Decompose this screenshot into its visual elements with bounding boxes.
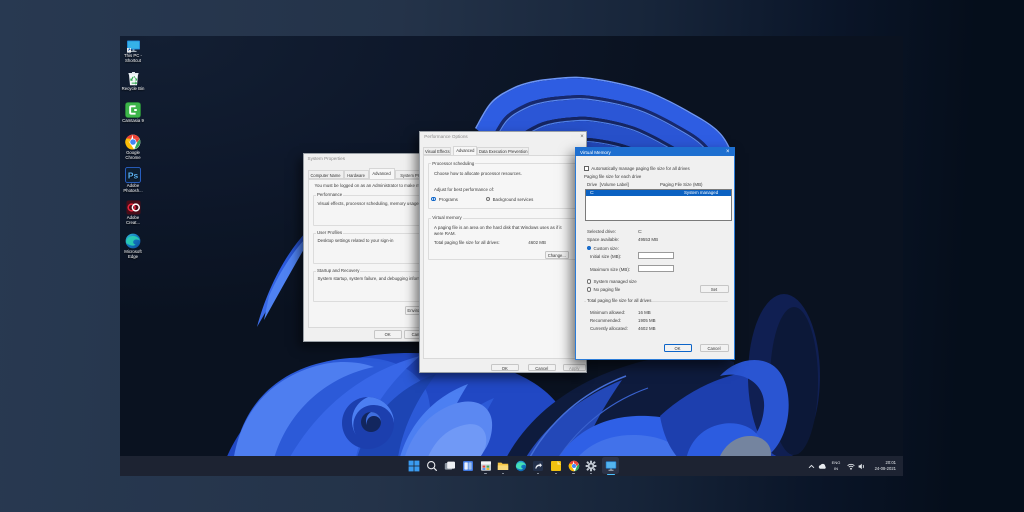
svg-text:Ps: Ps	[128, 170, 139, 180]
